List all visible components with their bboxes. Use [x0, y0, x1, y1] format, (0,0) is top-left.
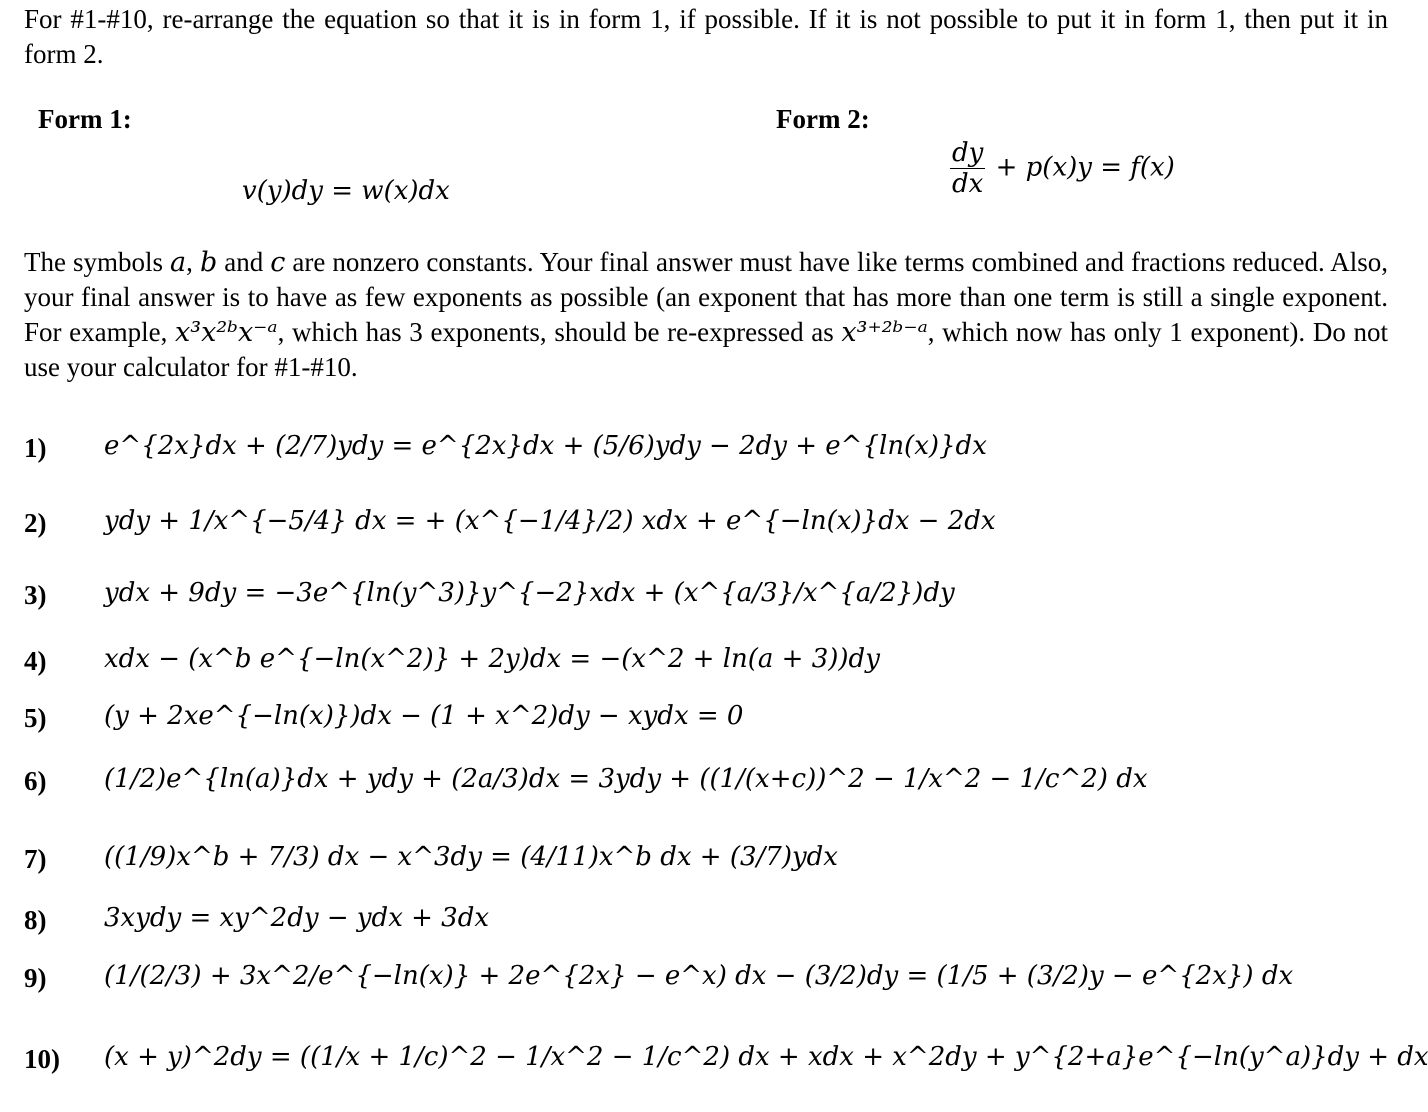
form1-heading: Form 1: — [38, 104, 132, 134]
form2-formula: dy dx + p(x)y = f(x) — [948, 138, 1175, 199]
form2-denominator: dx — [952, 169, 984, 199]
problem-item: 9) (1/(2/3) + 3x^2/e^{−ln(x)} + 2e^{2x} −… — [0, 955, 1428, 1015]
symbol-b: b — [199, 247, 218, 278]
form2-rest: + p(x)y = f(x) — [995, 152, 1175, 183]
symbol-c: c — [270, 247, 286, 278]
problem-item: 7) ((1/9)x^b + 7/3) dx − x^3dy = (4/11)x^… — [0, 836, 1428, 896]
problem-number: 4) — [24, 646, 47, 676]
form2-derivative: dy dx — [950, 138, 986, 199]
problem-number: 3) — [24, 580, 47, 610]
intro-paragraph: For #1-#10, re-arrange the equation so t… — [24, 4, 1388, 69]
example-expression: x³x²ᵇx⁻ᵃ — [175, 317, 278, 348]
problem-number: 9) — [24, 963, 47, 993]
instructions-paragraph: The symbols a, b and c are nonzero const… — [24, 245, 1388, 385]
problem-number: 1) — [24, 433, 47, 463]
example-result: x³⁺²ᵇ⁻ᵃ — [841, 317, 928, 348]
form2-numerator: dy — [950, 138, 986, 169]
instructions-text-3: , which has 3 exponents, should be re-ex… — [277, 317, 842, 347]
instructions-text-1: The symbols — [24, 247, 171, 277]
problem-number: 5) — [24, 703, 47, 733]
problem-equation: ((1/9)x^b + 7/3) dx − x^3dy = (4/11)x^b … — [104, 842, 838, 872]
problem-item: 10) (x + y)^2dy = ((1/x + 1/c)^2 − 1/x^2 … — [0, 1036, 1428, 1096]
problem-item: 6) (1/2)e^{ln(a)}dx + ydy + (2a/3)dx = 3y… — [0, 758, 1428, 818]
separator: and — [217, 247, 271, 277]
problem-number: 8) — [24, 905, 47, 935]
form1-formula: v(y)dy = w(x)dx — [242, 176, 450, 206]
problem-number: 7) — [24, 844, 47, 874]
problem-equation: (1/(2/3) + 3x^2/e^{−ln(x)} + 2e^{2x} − e… — [104, 961, 1294, 991]
problem-item: 1) e^{2x}dx + (2/7)ydy = e^{2x}dx + (5/6)… — [0, 425, 1428, 485]
problem-equation: ydy + 1/x^{−5/4} dx = + (x^{−1/4}/2) xdx… — [104, 506, 996, 536]
separator: , — [186, 247, 200, 277]
problem-equation: ydx + 9dy = −3e^{ln(y^3)}y^{−2}xdx + (x^… — [104, 578, 955, 608]
problem-item: 3) ydx + 9dy = −3e^{ln(y^3)}y^{−2}xdx + (… — [0, 572, 1428, 632]
problem-item: 2) ydy + 1/x^{−5/4} dx = + (x^{−1/4}/2) x… — [0, 500, 1428, 560]
problem-equation: xdx − (x^b e^{−ln(x^2)} + 2y)dx = −(x^2 … — [104, 644, 880, 674]
problem-item: 8) 3xydy = xy^2dy − ydx + 3dx — [0, 897, 1428, 957]
problem-number: 10) — [24, 1044, 60, 1074]
problem-number: 2) — [24, 508, 47, 538]
problem-item: 5) (y + 2xe^{−ln(x)})dx − (1 + x^2)dy − x… — [0, 695, 1428, 755]
problem-equation: (y + 2xe^{−ln(x)})dx − (1 + x^2)dy − xyd… — [104, 701, 744, 731]
problem-equation: 3xydy = xy^2dy − ydx + 3dx — [104, 903, 490, 933]
problem-number: 6) — [24, 766, 47, 796]
form2-heading: Form 2: — [776, 104, 870, 134]
problem-equation: (x + y)^2dy = ((1/x + 1/c)^2 − 1/x^2 − 1… — [104, 1042, 1428, 1072]
problem-equation: (1/2)e^{ln(a)}dx + ydy + (2a/3)dx = 3ydy… — [104, 764, 1148, 794]
problem-item: 4) xdx − (x^b e^{−ln(x^2)} + 2y)dx = −(x^… — [0, 638, 1428, 698]
problem-equation: e^{2x}dx + (2/7)ydy = e^{2x}dx + (5/6)yd… — [104, 431, 987, 461]
symbol-a: a — [170, 247, 187, 278]
